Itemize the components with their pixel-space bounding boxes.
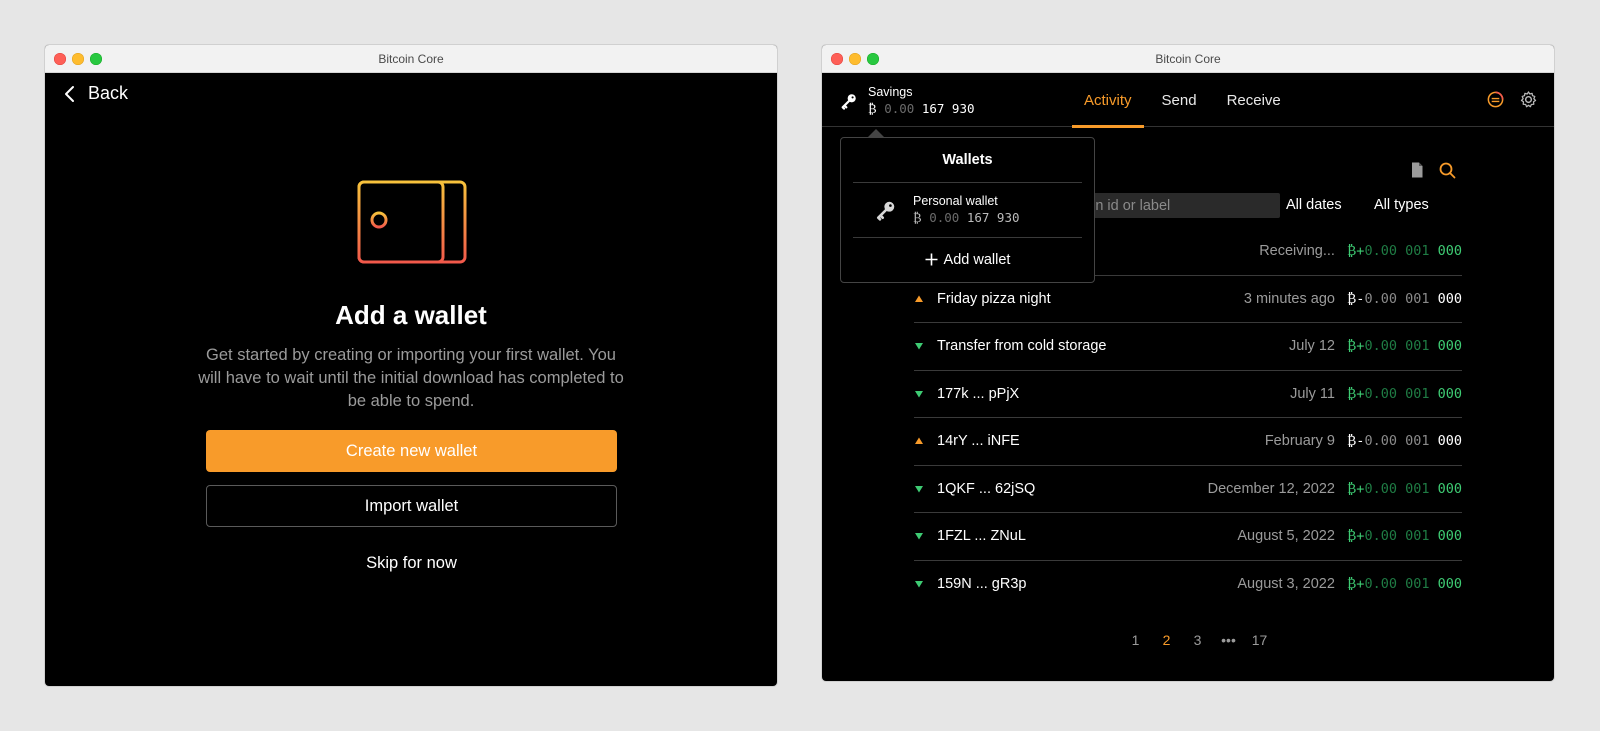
account-balance: ₿ 0.00 167 930: [868, 101, 975, 116]
back-button[interactable]: Back: [60, 83, 128, 104]
incoming-arrow-icon: [915, 533, 923, 540]
page-ellipsis: •••: [1221, 632, 1236, 648]
page-3[interactable]: 3: [1182, 632, 1213, 648]
search-icon[interactable]: [1438, 161, 1456, 179]
incoming-arrow-icon: [915, 581, 923, 588]
transaction-label: 1FZL ... ZNuL: [937, 528, 1026, 545]
wallet-icon: [357, 180, 467, 264]
create-wallet-button[interactable]: Create new wallet: [206, 430, 617, 472]
transaction-label: 159N ... gR3p: [937, 576, 1027, 593]
wallet-balance: ₿ 0.00 167 930: [913, 210, 1020, 225]
page-description: Get started by creating or importing you…: [198, 346, 624, 410]
outgoing-arrow-icon: [915, 437, 923, 445]
pagination: 1 2 3 ••• 17: [1120, 632, 1275, 648]
transaction-amount: ₿+0.00 001 000: [1346, 576, 1462, 593]
transaction-row[interactable]: 1FZL ... ZNuL August 5, 2022 ₿+0.00 001 00…: [914, 513, 1462, 561]
transaction-date: July 11: [1290, 385, 1335, 402]
transaction-label: 1QKF ... 62jSQ: [937, 480, 1036, 497]
outgoing-arrow-icon: [915, 295, 923, 302]
transaction-amount: ₿+0.00 001 000: [1346, 480, 1462, 497]
transaction-amount: ₿-0.00 001 000: [1346, 290, 1462, 307]
top-navigation: Savings ₿ 0.00 167 930 Activity Send Rec…: [822, 73, 1554, 128]
titlebar[interactable]: Bitcoin Core: [45, 45, 777, 73]
window-title: Bitcoin Core: [378, 52, 444, 66]
transaction-row[interactable]: 177k ... pPjX July 11 ₿+0.00 001 000: [914, 371, 1462, 418]
wallets-popup: Wallets Personal wallet ₿ 0.00 167 930 A…: [840, 137, 1095, 283]
transaction-list: Receiving... ₿+0.00 001 000 Friday pizza n…: [914, 228, 1462, 608]
tab-bar: Activity Send Receive: [1072, 73, 1299, 128]
page-title: Add a wallet: [335, 300, 487, 330]
transaction-row[interactable]: 159N ... gR3p August 3, 2022 ₿+0.00 001 00…: [914, 561, 1462, 609]
key-icon: [841, 94, 856, 110]
sync-status-icon[interactable]: [1486, 90, 1505, 109]
transaction-amount: ₿+0.00 001 000: [1346, 243, 1462, 260]
transaction-label: 177k ... pPjX: [937, 385, 1020, 402]
transaction-date: February 9: [1264, 433, 1335, 450]
search-input[interactable]: [1072, 193, 1280, 218]
tab-receive[interactable]: Receive: [1215, 73, 1293, 127]
activity-window: Bitcoin Core Savings ₿ 0.00 167 930 Acti…: [822, 45, 1554, 681]
page-1[interactable]: 1: [1120, 632, 1151, 648]
wallet-name: Personal wallet: [913, 194, 998, 208]
add-wallet-window: Bitcoin Core Back Add a wallet Get start…: [45, 45, 777, 686]
transaction-date: December 12, 2022: [1207, 480, 1335, 497]
incoming-arrow-icon: [915, 343, 923, 350]
skip-button[interactable]: Skip for now: [206, 554, 617, 573]
transaction-row[interactable]: 14rY ... iNFE February 9 ₿-0.00 001 000: [914, 418, 1462, 466]
transaction-date: Receiving...: [1259, 243, 1335, 260]
transaction-label: Transfer from cold storage: [937, 338, 1107, 355]
gear-icon[interactable]: [1519, 90, 1538, 109]
plus-icon: [925, 253, 938, 266]
transaction-row[interactable]: Transfer from cold storage July 12 ₿+0.00 …: [914, 323, 1462, 371]
transaction-amount: ₿+0.00 001 000: [1346, 528, 1462, 545]
import-wallet-button[interactable]: Import wallet: [206, 485, 617, 527]
tab-activity[interactable]: Activity: [1072, 73, 1144, 128]
incoming-arrow-icon: [915, 390, 923, 398]
transaction-amount: ₿+0.00 001 000: [1346, 338, 1462, 355]
page-2[interactable]: 2: [1151, 632, 1182, 648]
chevron-left-icon: [65, 85, 74, 102]
transaction-amount: ₿+0.00 001 000: [1346, 385, 1462, 402]
date-filter[interactable]: All dates: [1286, 197, 1342, 213]
transaction-date: August 3, 2022: [1237, 576, 1335, 593]
back-label: Back: [88, 83, 129, 103]
tab-send[interactable]: Send: [1150, 73, 1209, 127]
popup-title: Wallets: [942, 152, 993, 168]
titlebar[interactable]: Bitcoin Core: [822, 45, 1554, 73]
add-wallet-button[interactable]: Add wallet: [841, 238, 1094, 281]
transaction-row[interactable]: 1QKF ... 62jSQ December 12, 2022 ₿+0.00 00…: [914, 466, 1462, 513]
page-17[interactable]: 17: [1244, 632, 1275, 648]
transaction-amount: ₿-0.00 001 000: [1346, 433, 1462, 450]
window-title: Bitcoin Core: [1155, 52, 1221, 66]
document-icon[interactable]: [1408, 161, 1426, 179]
transaction-label: Friday pizza night: [937, 290, 1051, 307]
transaction-label: 14rY ... iNFE: [937, 433, 1020, 450]
transaction-date: 3 minutes ago: [1243, 290, 1335, 307]
key-icon: [876, 201, 895, 221]
wallet-item-personal[interactable]: Personal wallet ₿ 0.00 167 930: [841, 183, 1094, 237]
transaction-date: July 12: [1289, 338, 1335, 355]
transaction-date: August 5, 2022: [1237, 528, 1335, 545]
add-wallet-label: Add wallet: [943, 251, 1011, 268]
account-selector[interactable]: Savings ₿ 0.00 167 930: [840, 85, 975, 117]
account-name: Savings: [868, 85, 913, 99]
type-filter[interactable]: All types: [1374, 197, 1429, 213]
incoming-arrow-icon: [915, 485, 923, 493]
